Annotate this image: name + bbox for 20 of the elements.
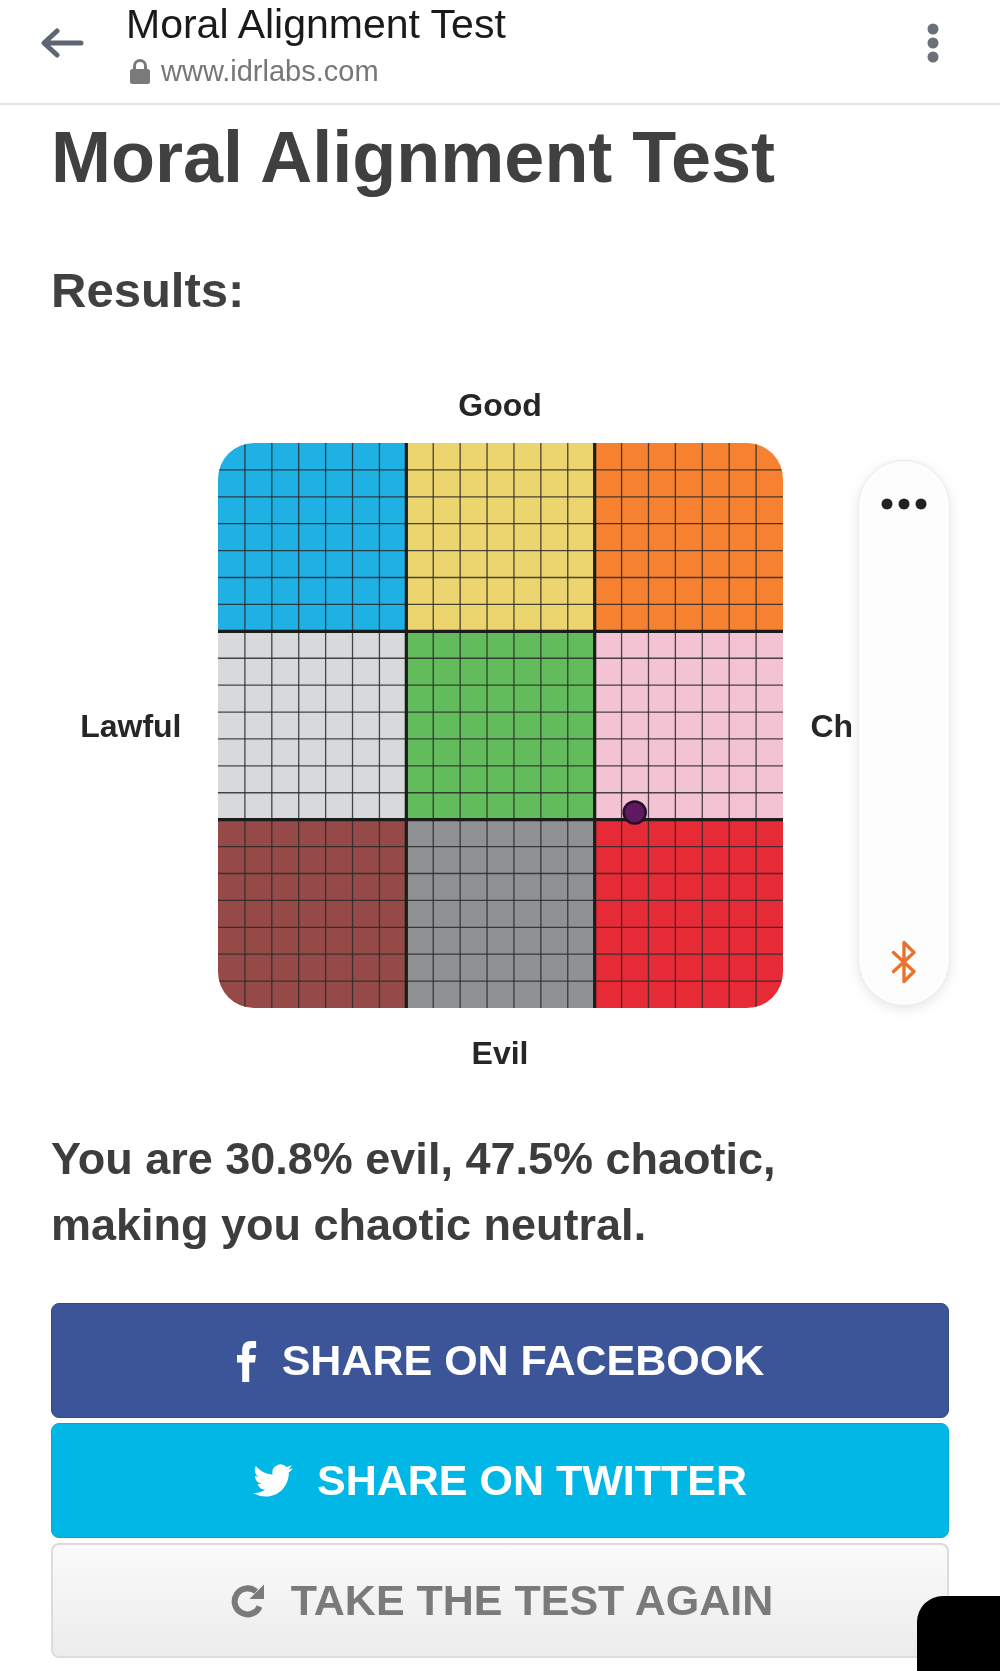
retake-test-button[interactable]: TAKE THE TEST AGAIN — [51, 1543, 949, 1658]
bluetooth-icon[interactable] — [891, 940, 917, 984]
axis-label: Good — [458, 387, 542, 423]
more-options-icon[interactable] — [927, 23, 939, 63]
more-icon[interactable] — [881, 498, 927, 510]
axis-label: Evil — [471, 1035, 529, 1071]
page-heading: Moral Alignment Test — [51, 116, 776, 199]
axis-label: Ch — [810, 707, 854, 744]
results-heading: Results: — [51, 262, 245, 319]
page-title: Moral Alignment Test — [126, 1, 506, 47]
twitter-share-button[interactable]: SHARE ON TWITTER — [51, 1423, 949, 1538]
lock-icon — [129, 58, 151, 84]
result-sentence: You are 30.8% evil, 47.5% chaotic, making you chaotic neutral. — [51, 1132, 777, 1252]
result-marker — [621, 800, 647, 825]
back-icon[interactable] — [40, 28, 84, 58]
facebook-share-button[interactable]: SHARE ON FACEBOOK — [51, 1303, 949, 1418]
axis-label: Lawful — [80, 707, 182, 744]
facebook-icon — [235, 1339, 258, 1382]
bird-icon — [253, 1464, 293, 1497]
url-text: www.idrlabs.com — [161, 54, 379, 88]
